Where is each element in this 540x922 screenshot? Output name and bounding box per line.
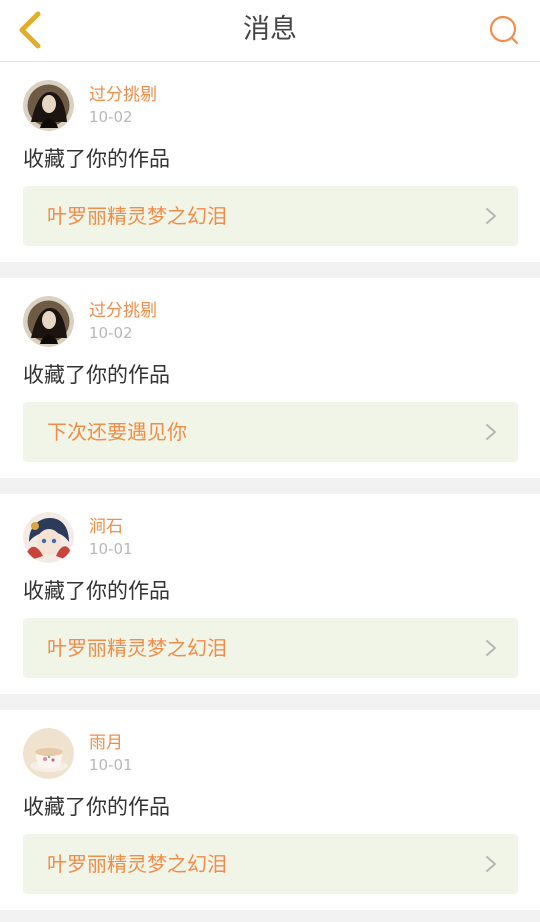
message-action-text: 收藏了你的作品	[23, 147, 170, 171]
message-card: 涧石 10-01 收藏了你的作品 叶罗丽精灵梦之幻泪	[0, 494, 540, 694]
teacup-avatar-icon	[23, 728, 74, 779]
chevron-right-icon	[486, 856, 496, 872]
search-button[interactable]	[488, 14, 520, 46]
dark-portrait-avatar-icon	[23, 80, 74, 131]
work-title: 叶罗丽精灵梦之幻泪	[47, 636, 227, 660]
dark-portrait-avatar-icon	[23, 296, 74, 347]
message-action-text: 收藏了你的作品	[23, 363, 170, 387]
back-chevron-icon	[19, 11, 41, 49]
work-title: 叶罗丽精灵梦之幻泪	[47, 204, 227, 228]
message-date: 10-01	[89, 540, 133, 558]
username[interactable]: 涧石	[89, 516, 123, 538]
top-bar: 消息	[0, 0, 540, 62]
chevron-right-icon	[486, 208, 496, 224]
message-date: 10-02	[89, 324, 133, 342]
chevron-right-icon	[486, 424, 496, 440]
avatar[interactable]	[23, 80, 74, 131]
work-link[interactable]: 下次还要遇见你	[23, 402, 518, 462]
search-icon	[489, 15, 519, 45]
work-link[interactable]: 叶罗丽精灵梦之幻泪	[23, 618, 518, 678]
avatar[interactable]	[23, 296, 74, 347]
username[interactable]: 雨月	[89, 732, 123, 754]
work-title: 下次还要遇见你	[47, 420, 187, 444]
anime-girl-avatar-icon	[23, 512, 74, 563]
work-title: 叶罗丽精灵梦之幻泪	[47, 852, 227, 876]
message-card: 过分挑剔 10-02 收藏了你的作品 叶罗丽精灵梦之幻泪	[0, 62, 540, 262]
message-list: 过分挑剔 10-02 收藏了你的作品 叶罗丽精灵梦之幻泪 过分挑剔 10-02 …	[0, 62, 540, 910]
avatar[interactable]	[23, 728, 74, 779]
page-title: 消息	[243, 14, 297, 45]
message-card: 雨月 10-01 收藏了你的作品 叶罗丽精灵梦之幻泪	[0, 710, 540, 910]
message-date: 10-01	[89, 756, 133, 774]
username[interactable]: 过分挑剔	[89, 84, 157, 106]
chevron-right-icon	[486, 640, 496, 656]
username[interactable]: 过分挑剔	[89, 300, 157, 322]
work-link[interactable]: 叶罗丽精灵梦之幻泪	[23, 186, 518, 246]
message-action-text: 收藏了你的作品	[23, 795, 170, 819]
message-card: 过分挑剔 10-02 收藏了你的作品 下次还要遇见你	[0, 278, 540, 478]
back-button[interactable]	[12, 10, 48, 50]
avatar[interactable]	[23, 512, 74, 563]
message-action-text: 收藏了你的作品	[23, 579, 170, 603]
message-date: 10-02	[89, 108, 133, 126]
work-link[interactable]: 叶罗丽精灵梦之幻泪	[23, 834, 518, 894]
